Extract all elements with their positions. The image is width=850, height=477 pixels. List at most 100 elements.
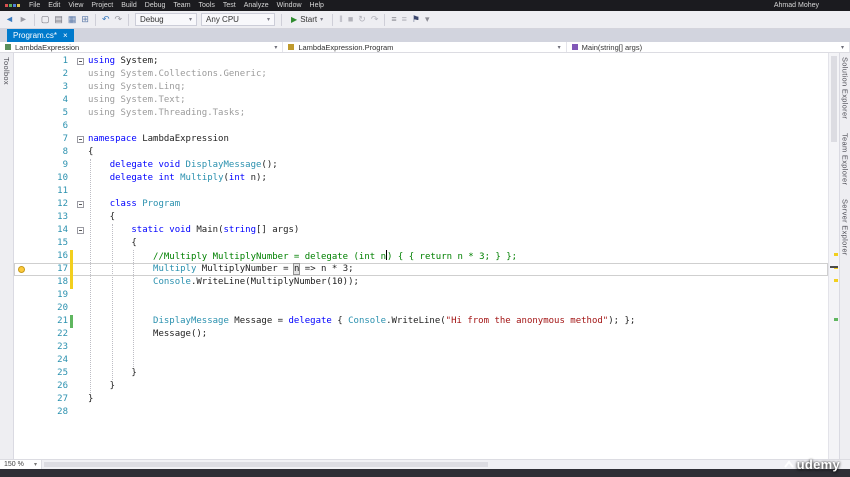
code-text: using System.Collections.Generic; bbox=[88, 69, 267, 79]
breadcrumb-segment-2[interactable]: Main(string[] args) ▾ bbox=[567, 42, 850, 52]
user-account[interactable]: Ahmad Mohey bbox=[774, 2, 845, 9]
menu-item-window[interactable]: Window bbox=[273, 2, 306, 9]
menu-item-view[interactable]: View bbox=[64, 2, 87, 9]
toolbar-debug-icons: ‖ ■ ↻ ↷ bbox=[339, 15, 378, 24]
code-line-9[interactable]: 9 delegate void DisplayMessage(); bbox=[14, 159, 828, 172]
scrollbar-thumb[interactable] bbox=[831, 56, 837, 142]
menu-item-project[interactable]: Project bbox=[87, 2, 117, 9]
collapse-toggle-icon[interactable] bbox=[77, 201, 84, 208]
line-number: 13 bbox=[57, 212, 68, 222]
chevron-down-icon: ▾ bbox=[557, 44, 561, 51]
side-tab-toolbox[interactable]: Toolbox bbox=[2, 57, 11, 85]
code-line-22[interactable]: 22 Message(); bbox=[14, 328, 828, 341]
code-line-11[interactable]: 11 bbox=[14, 185, 828, 198]
code-line-28[interactable]: 28 bbox=[14, 406, 828, 419]
code-line-4[interactable]: 4 using System.Text; bbox=[14, 94, 828, 107]
code-line-19[interactable]: 19 bbox=[14, 289, 828, 302]
code-line-26[interactable]: 26 } bbox=[14, 380, 828, 393]
code-line-20[interactable]: 20 bbox=[14, 302, 828, 315]
lightbulb-icon[interactable] bbox=[18, 266, 25, 273]
code-line-2[interactable]: 2 using System.Collections.Generic; bbox=[14, 68, 828, 81]
pause-icon[interactable]: ‖ bbox=[339, 15, 343, 24]
code-line-8[interactable]: 8{ bbox=[14, 146, 828, 159]
vertical-scrollbar[interactable] bbox=[828, 53, 839, 459]
collapse-toggle-icon[interactable] bbox=[77, 136, 84, 143]
forward-icon[interactable]: ► bbox=[19, 15, 28, 24]
redo-icon[interactable]: ↷ bbox=[114, 15, 122, 24]
side-tab-solution-explorer[interactable]: Solution Explorer bbox=[841, 57, 850, 119]
breadcrumb-segment-1[interactable]: LambdaExpression.Program ▾ bbox=[283, 42, 567, 52]
breadcrumb-label: LambdaExpression bbox=[15, 42, 80, 52]
menu-item-test[interactable]: Test bbox=[219, 2, 240, 9]
comment-icon[interactable]: ≡ bbox=[391, 15, 396, 24]
code-line-3[interactable]: 3 using System.Linq; bbox=[14, 81, 828, 94]
status-bar bbox=[0, 469, 850, 477]
zoom-dropdown[interactable]: 150 % ▾ bbox=[0, 460, 42, 469]
code-line-12[interactable]: 12 class Program bbox=[14, 198, 828, 211]
bookmark-icon[interactable]: ⚑ bbox=[412, 15, 420, 24]
code-line-21[interactable]: 21 DisplayMessage Message = delegate { C… bbox=[14, 315, 828, 328]
code-line-27[interactable]: 27} bbox=[14, 393, 828, 406]
new-file-icon[interactable]: ▢ bbox=[41, 15, 50, 24]
debug-configuration-dropdown[interactable]: Debug ▾ bbox=[135, 13, 198, 26]
code-text: using System; bbox=[88, 56, 159, 66]
line-number: 7 bbox=[62, 134, 68, 144]
collapse-toggle-icon[interactable] bbox=[77, 227, 84, 234]
code-line-1[interactable]: 1 using System; bbox=[14, 55, 828, 68]
code-line-14[interactable]: 14 static void Main(string[] args) bbox=[14, 224, 828, 237]
code-line-23[interactable]: 23 bbox=[14, 341, 828, 354]
code-line-15[interactable]: 15 { bbox=[14, 237, 828, 250]
code-line-16[interactable]: 16 //Multiply MultiplyNumber = delegate … bbox=[14, 250, 828, 263]
line-number: 23 bbox=[57, 342, 68, 352]
menu-item-analyze[interactable]: Analyze bbox=[240, 2, 273, 9]
code-line-17[interactable]: 17 Multiply MultiplyNumber = n => n * 3; bbox=[14, 263, 828, 276]
change-tracking-bar bbox=[70, 276, 73, 289]
side-tab-team-explorer[interactable]: Team Explorer bbox=[841, 133, 850, 185]
tab-program-cs[interactable]: Program.cs* × bbox=[7, 29, 74, 42]
step-over-icon[interactable]: ↷ bbox=[371, 15, 379, 24]
code-text: Message(); bbox=[88, 329, 208, 339]
save-all-icon[interactable]: ⊞ bbox=[81, 15, 89, 24]
uncomment-icon[interactable]: ≡ bbox=[402, 15, 407, 24]
menu-item-file[interactable]: File bbox=[25, 2, 44, 9]
open-file-icon[interactable]: ▤ bbox=[54, 15, 63, 24]
menu-item-build[interactable]: Build bbox=[117, 2, 141, 9]
platform-dropdown[interactable]: Any CPU ▾ bbox=[201, 13, 276, 26]
scrollbar-change-mark bbox=[834, 279, 838, 282]
code-line-5[interactable]: 5 using System.Threading.Tasks; bbox=[14, 107, 828, 120]
code-line-6[interactable]: 6 bbox=[14, 120, 828, 133]
back-icon[interactable]: ◄ bbox=[5, 15, 14, 24]
collapse-toggle-icon[interactable] bbox=[77, 58, 84, 65]
code-line-7[interactable]: 7 namespace LambdaExpression bbox=[14, 133, 828, 146]
code-editor[interactable]: 1 using System; 2 using System.Collections.… bbox=[14, 53, 839, 459]
scrollbar-caret-mark bbox=[830, 266, 838, 268]
zoom-value: 150 % bbox=[4, 461, 24, 468]
save-icon[interactable]: ▦ bbox=[68, 15, 77, 24]
scrollbar-thumb[interactable] bbox=[44, 462, 489, 467]
code-line-18[interactable]: 18 Console.WriteLine(MultiplyNumber(10))… bbox=[14, 276, 828, 289]
udemy-watermark: udemy bbox=[783, 457, 840, 472]
horizontal-scrollbar[interactable] bbox=[42, 460, 850, 469]
menu-item-help[interactable]: Help bbox=[306, 2, 328, 9]
restart-icon[interactable]: ↻ bbox=[358, 15, 366, 24]
menu-item-edit[interactable]: Edit bbox=[44, 2, 64, 9]
code-line-24[interactable]: 24 bbox=[14, 354, 828, 367]
line-number: 22 bbox=[57, 329, 68, 339]
breadcrumb-segment-0[interactable]: LambdaExpression ▾ bbox=[0, 42, 284, 52]
code-line-25[interactable]: 25 } bbox=[14, 367, 828, 380]
stop-icon[interactable]: ■ bbox=[348, 15, 353, 24]
menu-item-team[interactable]: Team bbox=[169, 2, 194, 9]
code-line-10[interactable]: 10 delegate int Multiply(int n); bbox=[14, 172, 828, 185]
start-debug-button[interactable]: ▶ Start ▾ bbox=[288, 13, 326, 26]
menu-item-tools[interactable]: Tools bbox=[195, 2, 219, 9]
undo-icon[interactable]: ↶ bbox=[102, 15, 110, 24]
change-tracking-bar bbox=[70, 263, 73, 276]
menu-item-debug[interactable]: Debug bbox=[141, 2, 170, 9]
close-icon[interactable]: × bbox=[63, 31, 68, 40]
side-tab-server-explorer[interactable]: Server Explorer bbox=[841, 199, 850, 256]
code-text: { bbox=[88, 238, 137, 248]
scrollbar-change-mark bbox=[834, 318, 838, 321]
options-chevron-icon[interactable]: ▾ bbox=[425, 15, 430, 24]
code-line-13[interactable]: 13 { bbox=[14, 211, 828, 224]
